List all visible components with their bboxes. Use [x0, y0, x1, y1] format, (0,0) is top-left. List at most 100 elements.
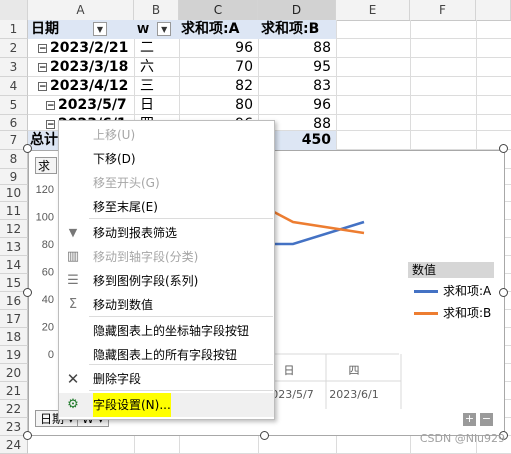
row-header-11[interactable]: 11 [0, 202, 28, 220]
row-header-19[interactable]: 19 [0, 346, 28, 364]
pivot-sum-a-cell[interactable]: 70 [179, 58, 258, 77]
row-header-17[interactable]: 17 [0, 310, 28, 328]
pivot-header-sum-b[interactable]: 求和项:B [258, 20, 336, 39]
collapse-icon[interactable]: − [46, 119, 55, 129]
pivot-date-cell[interactable]: −2023/5/7 [28, 96, 134, 115]
menu-item-11[interactable]: ✕ 删除字段 [59, 367, 274, 391]
pivot-date-label: 2023/5/7 [58, 97, 127, 113]
pivot-sum-b-cell[interactable]: 95 [258, 58, 336, 77]
row-header-13[interactable]: 13 [0, 238, 28, 256]
pivot-sum-b-cell[interactable]: 96 [258, 96, 336, 115]
y-tick-label: 80 [42, 239, 54, 251]
row-header-10[interactable]: 10 [0, 185, 28, 202]
resize-handle-ml[interactable] [23, 288, 32, 297]
menu-item-7[interactable]: ☰ 移到图例字段(系列) [59, 269, 274, 293]
select-all-corner[interactable] [0, 0, 28, 20]
y-tick-label: 120 [36, 184, 54, 196]
pivot-weekday-cell[interactable]: 六 [134, 58, 179, 77]
pivot-sum-a-cell[interactable]: 80 [179, 96, 258, 115]
resize-handle-mr[interactable] [499, 288, 508, 297]
legend-item-b[interactable]: 求和项:B [414, 305, 491, 321]
pivot-sum-a-cell[interactable]: 82 [179, 77, 258, 96]
legend-field-icon: ☰ [67, 273, 79, 288]
column-header-g[interactable] [476, 0, 511, 20]
column-header-e[interactable]: E [336, 0, 410, 20]
column-header-c[interactable]: C [179, 0, 258, 20]
y-tick-label: 40 [42, 294, 54, 306]
pivot-weekday-cell[interactable]: 二 [134, 39, 179, 58]
collapse-icon[interactable]: − [46, 100, 55, 110]
pivot-header-date[interactable]: 日期 ▼ [28, 20, 134, 39]
pivot-header-sum-a[interactable]: 求和项:A [179, 20, 258, 39]
row-header-12[interactable]: 12 [0, 220, 28, 238]
row-header-9[interactable]: 9 [0, 169, 28, 185]
row-header-22[interactable]: 22 [0, 400, 28, 418]
pivot-date-cell[interactable]: −2023/4/12 [28, 77, 134, 96]
legend-swatch-b [414, 312, 438, 315]
resize-handle-tl[interactable] [23, 144, 32, 153]
menu-item-12[interactable]: ⚙ 字段设置(N)... [59, 393, 274, 417]
watermark: CSDN @Niu929 [419, 432, 505, 445]
collapse-icon[interactable]: − [38, 62, 47, 72]
x-weekday-label: 四 [349, 364, 360, 377]
pivot-date-cell[interactable]: −2023/2/21 [28, 39, 134, 58]
pivot-header-weekday[interactable]: W ▼ [134, 20, 179, 39]
row-header-1[interactable]: 1 [0, 20, 28, 39]
collapse-icon[interactable]: − [38, 81, 47, 91]
pivot-weekday-cell[interactable]: 日 [134, 96, 179, 115]
legend-swatch-a [414, 290, 438, 293]
field-settings-icon: ⚙ [67, 397, 79, 412]
row-header-20[interactable]: 20 [0, 364, 28, 382]
menu-item-label: 字段设置(N)... [93, 393, 171, 417]
sigma-icon: Σ [68, 297, 78, 312]
row-header-3[interactable]: 3 [0, 58, 28, 77]
menu-item-label: 移动到轴字段(分类) [93, 250, 199, 264]
menu-separator [89, 316, 273, 317]
menu-item-6: ▥ 移动到轴字段(分类) [59, 245, 274, 269]
y-tick-label: 20 [42, 322, 54, 334]
resize-handle-bm[interactable] [260, 431, 269, 440]
field-context-menu[interactable]: 上移(U) 下移(D) 移至开头(G) 移至末尾(E) ▼ 移动到报表筛选 ▥ 移动到轴字段(… [58, 120, 275, 420]
row-header-21[interactable]: 21 [0, 382, 28, 400]
axis-field-icon: ▥ [66, 249, 80, 264]
menu-item-3: 移至开头(G) [59, 171, 274, 195]
row-header-4[interactable]: 4 [0, 77, 28, 96]
menu-item-label: 移至末尾(E) [93, 200, 158, 214]
column-header-a[interactable]: A [28, 0, 134, 20]
collapse-icon[interactable]: − [38, 43, 47, 53]
menu-item-9[interactable]: 隐藏图表上的坐标轴字段按钮 [59, 319, 274, 343]
pivot-weekday-cell[interactable]: 三 [134, 77, 179, 96]
menu-item-label: 删除字段 [93, 372, 142, 386]
pivot-sum-b-cell[interactable]: 88 [258, 39, 336, 58]
resize-handle-bl[interactable] [23, 431, 32, 440]
x-date-label: 2023/6/1 [329, 388, 378, 401]
resize-handle-tr[interactable] [499, 144, 508, 153]
row-header-2[interactable]: 2 [0, 39, 28, 58]
menu-item-label: 移动到数值 [93, 298, 154, 312]
menu-item-4[interactable]: 移至末尾(E) [59, 195, 274, 219]
pivot-sum-a-cell[interactable]: 96 [179, 39, 258, 58]
row-header-5[interactable]: 5 [0, 96, 28, 115]
collapse-field-button[interactable]: − [480, 413, 493, 426]
column-header-d[interactable]: D [258, 0, 336, 20]
column-header-b[interactable]: B [134, 0, 179, 20]
filter-dropdown-icon[interactable]: ▼ [93, 22, 107, 36]
row-header-18[interactable]: 18 [0, 328, 28, 346]
menu-item-8[interactable]: Σ 移动到数值 [59, 293, 274, 317]
expand-field-button[interactable]: + [463, 413, 476, 426]
menu-item-5[interactable]: ▼ 移动到报表筛选 [59, 221, 274, 245]
legend-title[interactable]: 数值 [408, 262, 494, 278]
pivot-sum-b-cell[interactable]: 83 [258, 77, 336, 96]
row-header-14[interactable]: 14 [0, 256, 28, 274]
row-header-8[interactable]: 8 [0, 150, 28, 169]
menu-item-label: 隐藏图表上的坐标轴字段按钮 [93, 324, 250, 338]
filter-dropdown-icon[interactable]: ▼ [157, 22, 172, 36]
pivot-date-cell[interactable]: −2023/3/18 [28, 58, 134, 77]
y-tick-label: 60 [42, 267, 54, 279]
legend-item-a[interactable]: 求和项:A [414, 283, 491, 299]
column-header-f[interactable]: F [410, 0, 476, 20]
row-header-6[interactable]: 6 [0, 115, 28, 131]
menu-item-2[interactable]: 下移(D) [59, 147, 274, 171]
series-line-b[interactable] [273, 210, 365, 235]
pivot-date-label: 2023/4/12 [50, 78, 129, 94]
